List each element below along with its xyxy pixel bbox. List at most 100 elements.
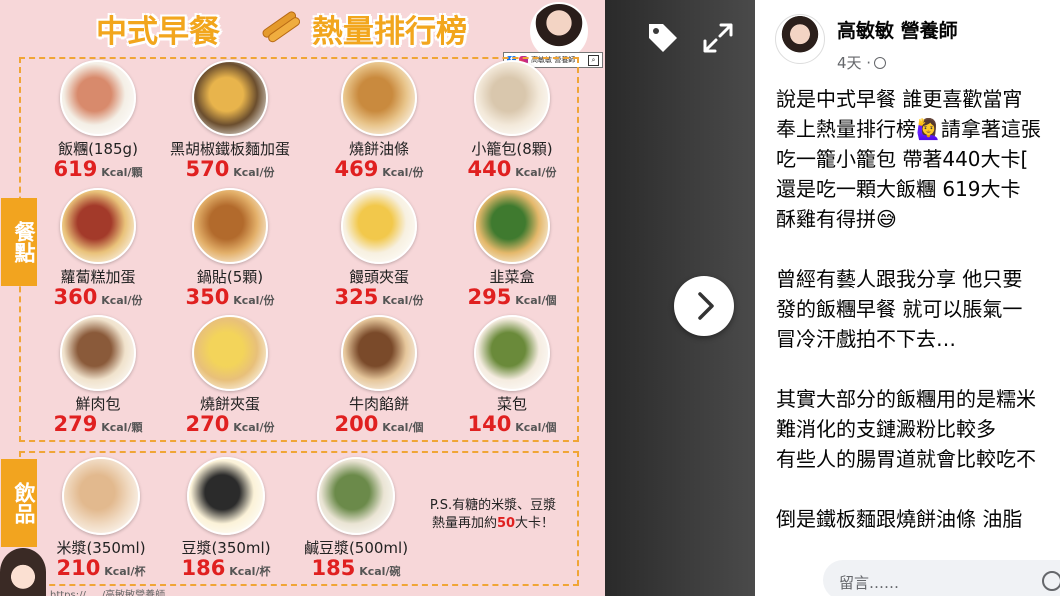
item-calories: 619 Kcal/顆 [33, 157, 163, 181]
post-text-line: 說是中式早餐 誰更喜歡當宵 [776, 87, 1023, 111]
calorie-unit: Kcal/碗 [355, 565, 401, 578]
post-text-line: 還是吃一顆大飯糰 619大卡 [776, 177, 1021, 201]
calorie-value: 570 [185, 157, 230, 181]
item-name: 小籠包(8顆) [471, 140, 553, 158]
calorie-value: 185 [311, 556, 356, 580]
post-text-line: 倒是鐵板麵跟燒餅油條 油脂 [776, 507, 1023, 531]
item-calories: 325 Kcal/份 [314, 285, 444, 309]
item-calories: 570 Kcal/份 [165, 157, 295, 181]
beef-pie-photo [341, 315, 417, 391]
calorie-value: 279 [53, 412, 98, 436]
menu-item-card: 豆漿(350ml) 186 Kcal/杯 [161, 457, 291, 583]
calorie-unit: Kcal/份 [378, 294, 424, 307]
calorie-unit: Kcal/份 [97, 294, 143, 307]
item-calories: 295 Kcal/個 [447, 285, 577, 309]
calorie-value: 210 [56, 556, 101, 580]
next-photo-button[interactable] [674, 276, 734, 336]
calorie-value: 295 [467, 285, 512, 309]
menu-item-card: 牛肉餡餅 200 Kcal/個 [314, 315, 444, 441]
ps-note: P.S.有糖的米漿、豆漿 熱量再加約50大卡！ [413, 497, 573, 533]
rice-milk-photo [62, 457, 140, 535]
item-calories: 440 Kcal/份 [447, 157, 577, 181]
item-name: 韭菜盒 [489, 268, 535, 286]
avatar[interactable] [775, 14, 825, 64]
chibi-character-illustration [0, 548, 46, 596]
menu-item-card: 鍋貼(5顆) 350 Kcal/份 [165, 188, 295, 314]
calorie-unit: Kcal/份 [378, 166, 424, 179]
menu-item-card: 蘿蔔糕加蛋 360 Kcal/份 [33, 188, 163, 314]
meat-bun-photo [60, 315, 136, 391]
sesame-cake-egg-photo [192, 315, 268, 391]
menu-item-card: 菜包 140 Kcal/個 [447, 315, 577, 441]
item-name: 鹹豆漿(500ml) [303, 539, 409, 557]
calorie-value: 270 [185, 412, 230, 436]
breakfast-calorie-infographic: 中式早餐 熱量排行榜 f 高敏敏 營養師 ⌕ 餐點 飲品 飯糰(185g)619… [0, 0, 605, 596]
rice-ball-photo [60, 60, 136, 136]
calorie-value: 619 [53, 157, 98, 181]
calorie-value: 200 [334, 412, 379, 436]
poster-title: 中式早餐 熱量排行榜 [0, 2, 605, 52]
item-calories: 270 Kcal/份 [165, 412, 295, 436]
item-name: 鮮肉包 [75, 395, 121, 413]
category-tag-food: 餐點 [1, 198, 37, 286]
item-calories: 186 Kcal/杯 [161, 556, 291, 580]
post-timestamp[interactable]: 4天 · [837, 52, 887, 73]
post-paragraph-gap [776, 474, 1060, 504]
post-text-line: 吃一籠小籠包 帶著440大卡[ [776, 147, 1029, 171]
item-name: 蘿蔔糕加蛋 [60, 268, 136, 286]
menu-item-card: 黑胡椒鐵板麵加蛋 570 Kcal/份 [165, 60, 295, 186]
calorie-unit: Kcal/份 [229, 166, 275, 179]
chevron-right-icon [698, 292, 714, 320]
post-text-line: 曾經有藝人跟我分享 他只要 [776, 267, 1023, 291]
post-paragraph-gap [776, 234, 1060, 264]
item-calories: 350 Kcal/份 [165, 285, 295, 309]
post-text-line: 發的飯糰早餐 就可以脹氣一 [776, 297, 1023, 321]
menu-item-card: 燒餅油條 469 Kcal/份 [314, 60, 444, 186]
post-body-text: 說是中式早餐 誰更喜歡當宵 奉上熱量排行榜🙋‍♀️請拿著這張 吃一籠小籠包 帶著44… [776, 84, 1060, 534]
calorie-unit: Kcal/份 [229, 294, 275, 307]
globe-icon [874, 57, 887, 69]
tag-icon[interactable] [643, 18, 681, 56]
post-text-line: 其實大部分的飯糰用的是糯米 [776, 387, 1036, 411]
calorie-unit: Kcal/顆 [97, 166, 143, 179]
item-calories: 200 Kcal/個 [314, 412, 444, 436]
ps-note-line2: 熱量再加約50大卡！ [413, 515, 573, 533]
calorie-value: 325 [334, 285, 379, 309]
menu-item-card: 鹹豆漿(500ml) 185 Kcal/碗 [291, 457, 421, 583]
ps-note-line1: P.S.有糖的米漿、豆漿 [429, 498, 557, 513]
calorie-unit: Kcal/個 [378, 421, 424, 434]
mantou-egg-photo [341, 188, 417, 264]
search-icon: ⌕ [588, 54, 599, 66]
item-calories: 210 Kcal/杯 [36, 556, 166, 580]
post-author-name[interactable]: 高敏敏 營養師 [837, 16, 958, 43]
fried-dough-icon [262, 11, 301, 43]
post-panel: 高敏敏 營養師 4天 · 說是中式早餐 誰更喜歡當宵 奉上熱量排行榜🙋‍♀️請拿著… [755, 0, 1060, 596]
item-name: 菜包 [496, 395, 527, 413]
soup-dumplings-photo [474, 60, 550, 136]
item-calories: 185 Kcal/碗 [291, 556, 421, 580]
calorie-unit: Kcal/顆 [97, 421, 143, 434]
item-name: 燒餅夾蛋 [199, 395, 260, 413]
item-name: 牛肉餡餅 [348, 395, 409, 413]
post-time-text: 4天 · [837, 54, 872, 72]
post-text-line: 酥雞有得拼😅 [776, 207, 897, 231]
post-text-line: 奉上熱量排行榜🙋‍♀️請拿著這張 [776, 117, 1041, 141]
menu-item-card: 飯糰(185g) 619 Kcal/顆 [33, 60, 163, 186]
calorie-value: 350 [185, 285, 230, 309]
savory-soy-milk-photo [317, 457, 395, 535]
pepper-noodles-photo [192, 60, 268, 136]
veg-bun-photo [474, 315, 550, 391]
ps-note-post: 大卡！ [515, 516, 555, 531]
calorie-unit: Kcal/杯 [100, 565, 146, 578]
emoji-icon[interactable] [1042, 571, 1060, 591]
post-text-line: 冒冷汗戲拍不下去… [776, 327, 956, 351]
calorie-unit: Kcal/份 [229, 421, 275, 434]
potstickers-photo [192, 188, 268, 264]
post-text-line: 難消化的支鏈澱粉比較多 [776, 417, 996, 441]
expand-icon[interactable] [700, 20, 736, 56]
item-name: 黑胡椒鐵板麵加蛋 [169, 140, 290, 158]
ps-note-pre: 熱量再加約 [431, 516, 497, 531]
item-name: 豆漿(350ml) [181, 539, 271, 557]
calorie-value: 469 [334, 157, 379, 181]
menu-item-card: 韭菜盒 295 Kcal/個 [447, 188, 577, 314]
